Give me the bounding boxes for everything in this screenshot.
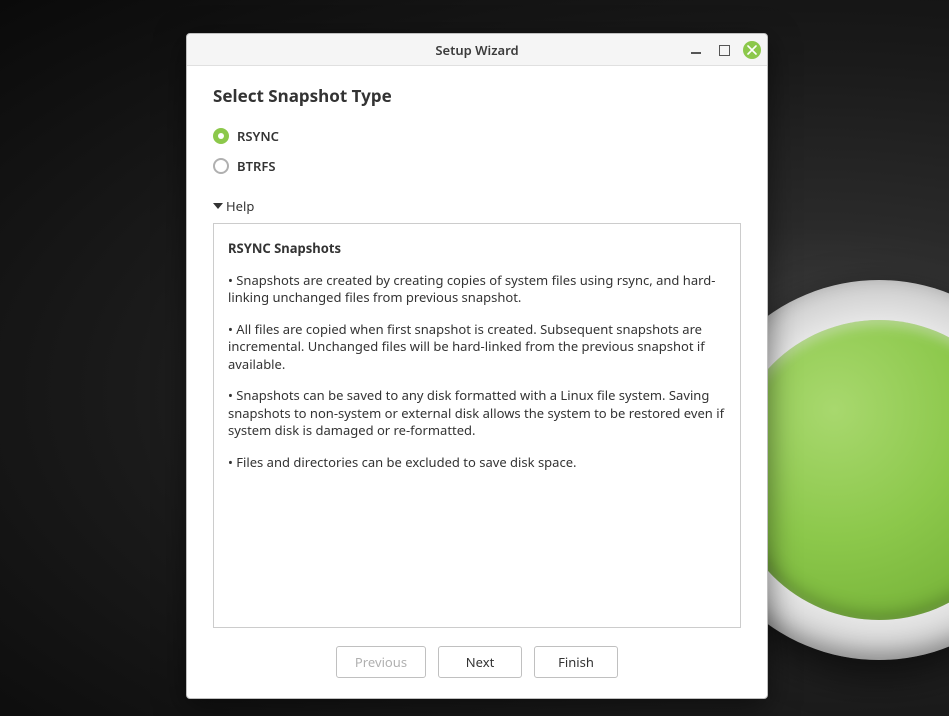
chevron-down-icon <box>213 203 223 209</box>
window-title: Setup Wizard <box>435 41 518 59</box>
window-controls <box>687 34 761 66</box>
option-btrfs[interactable]: BTRFS <box>213 157 741 175</box>
setup-wizard-window: Setup Wizard Select Snapshot Type RSYNC … <box>186 33 768 699</box>
help-expander-label: Help <box>226 197 254 215</box>
help-bullet: • Snapshots are created by creating copi… <box>228 272 726 307</box>
close-icon[interactable] <box>743 41 761 59</box>
help-bullet: • All files are copied when first snapsh… <box>228 321 726 374</box>
wizard-button-bar: Previous Next Finish <box>187 628 767 698</box>
next-button[interactable]: Next <box>438 646 522 678</box>
help-expander[interactable]: Help <box>213 197 741 215</box>
radio-icon <box>213 128 229 144</box>
finish-button[interactable]: Finish <box>534 646 618 678</box>
option-rsync-label: RSYNC <box>237 127 279 145</box>
help-bullet: • Snapshots can be saved to any disk for… <box>228 387 726 440</box>
help-bullet: • Files and directories can be excluded … <box>228 454 726 472</box>
radio-icon <box>213 158 229 174</box>
option-rsync[interactable]: RSYNC <box>213 127 741 145</box>
previous-button: Previous <box>336 646 426 678</box>
titlebar: Setup Wizard <box>187 34 767 66</box>
maximize-icon[interactable] <box>715 41 733 59</box>
page-title: Select Snapshot Type <box>213 84 741 107</box>
minimize-icon[interactable] <box>687 41 705 59</box>
help-heading: RSYNC Snapshots <box>228 239 341 257</box>
option-btrfs-label: BTRFS <box>237 157 275 175</box>
help-panel: RSYNC Snapshots • Snapshots are created … <box>213 223 741 628</box>
wizard-content: Select Snapshot Type RSYNC BTRFS Help RS… <box>187 66 767 628</box>
